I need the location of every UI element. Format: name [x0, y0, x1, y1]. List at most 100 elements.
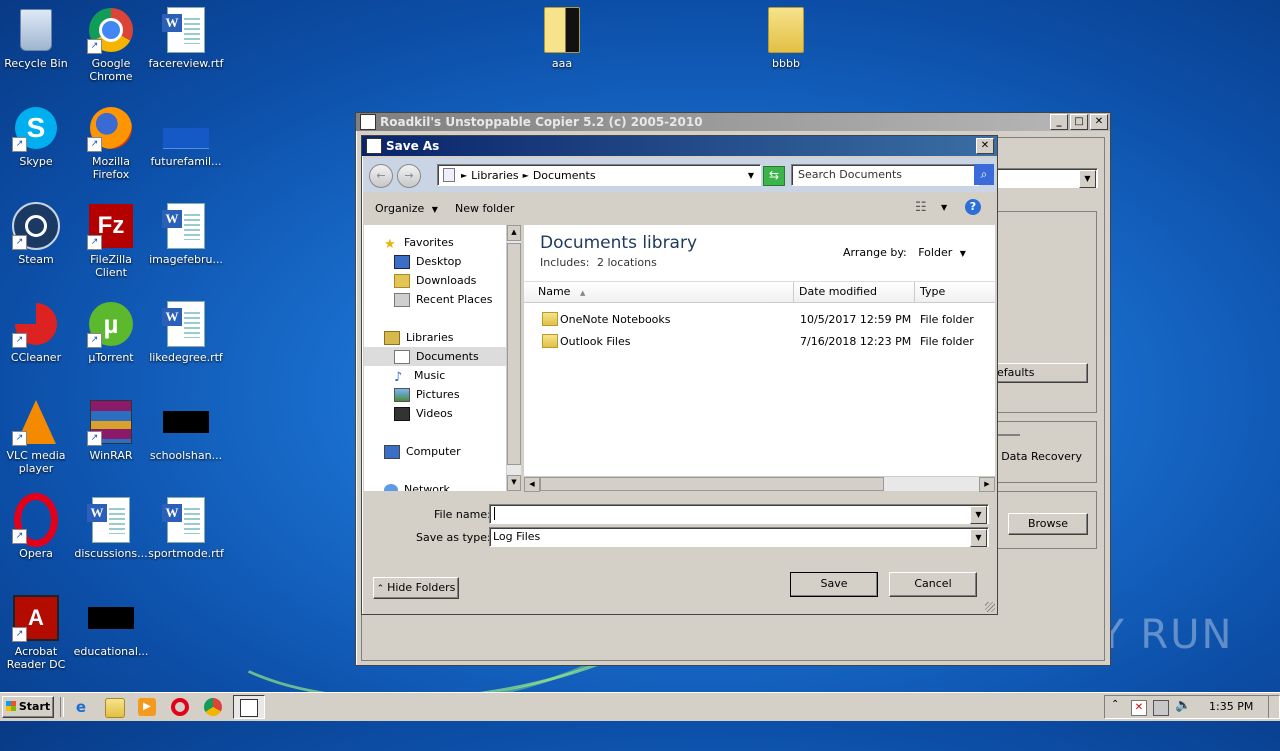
column-header-type[interactable]: Type	[920, 285, 945, 298]
nav-network[interactable]: Network	[364, 480, 450, 491]
copier-slider-track[interactable]	[998, 434, 1020, 436]
save-type-select[interactable]: Log Files ▼	[489, 527, 989, 547]
desktop-icon-utorrent[interactable]: µ ↗ µTorrent	[73, 300, 149, 364]
breadcrumb-documents[interactable]: Documents	[533, 169, 596, 182]
start-button[interactable]: Start	[2, 696, 54, 718]
nav-music[interactable]: ♪ Music	[364, 366, 445, 385]
navigation-pane[interactable]: ★ Favorites Desktop Downloads Recent Plac…	[364, 225, 506, 491]
column-divider[interactable]	[793, 282, 794, 302]
column-header-date[interactable]: Date modified	[799, 285, 877, 298]
desktop-icon-discussions[interactable]: W discussions...	[73, 496, 149, 560]
network-tray-icon[interactable]	[1153, 700, 1169, 716]
desktop-icon-recycle-bin[interactable]: Recycle Bin	[0, 6, 74, 70]
content-pane[interactable]: Documents library Includes: 2 locations …	[524, 225, 995, 492]
file-name-dropdown-icon[interactable]: ▼	[970, 506, 987, 524]
desktop-icon-acrobat[interactable]: A ↗ Acrobat Reader DC	[0, 594, 74, 671]
desktop-icon-filezilla[interactable]: Fz ↗ FileZilla Client	[73, 202, 149, 279]
save-as-titlebar[interactable]: Save As ✕	[362, 136, 997, 156]
column-header-name[interactable]: Name ▲	[538, 285, 585, 298]
desktop-icon-chrome[interactable]: ↗ Google Chrome	[73, 6, 149, 83]
nav-desktop[interactable]: Desktop	[364, 252, 461, 271]
desktop-icon-ccleaner[interactable]: ↗ CCleaner	[0, 300, 74, 364]
save-type-dropdown-icon[interactable]: ▼	[970, 529, 987, 547]
close-button[interactable]: ✕	[1090, 114, 1108, 130]
address-dropdown-icon[interactable]: ▼	[748, 171, 754, 180]
nav-downloads[interactable]: Downloads	[364, 271, 476, 290]
chrome-taskbar-icon[interactable]	[204, 698, 222, 716]
desktop-icon-likedegree[interactable]: W likedegree.rtf	[148, 300, 224, 364]
scroll-thumb[interactable]	[507, 243, 521, 465]
hide-folders-button[interactable]: ⌃ Hide Folders	[373, 577, 459, 599]
desktop-icon-bbbb[interactable]: bbbb	[748, 6, 824, 70]
action-center-icon[interactable]: ✕	[1131, 700, 1147, 716]
file-row[interactable]: Outlook Files 7/16/2018 12:23 PM File fo…	[524, 330, 995, 352]
nav-computer[interactable]: Computer	[364, 442, 461, 461]
desktop-icon-educational[interactable]: educational...	[73, 594, 149, 658]
clock[interactable]: 1:35 PM	[1209, 700, 1253, 713]
scroll-down-arrow[interactable]: ▼	[507, 475, 521, 491]
maximize-button[interactable]: □	[1070, 114, 1088, 130]
desktop-icon-facereview[interactable]: W facereview.rtf	[148, 6, 224, 70]
desktop-icon-skype[interactable]: S ↗ Skype	[0, 104, 74, 168]
cancel-button[interactable]: Cancel	[889, 572, 977, 597]
nav-libraries[interactable]: Libraries	[364, 328, 454, 347]
desktop-icon-futurefamil[interactable]: futurefamil...	[148, 104, 224, 168]
organize-menu[interactable]: Organize ▼	[375, 202, 438, 215]
minimize-button[interactable]: _	[1050, 114, 1068, 130]
forward-button[interactable]: →	[397, 164, 421, 188]
copier-taskbar-button[interactable]	[233, 695, 265, 719]
breadcrumb-libraries[interactable]: Libraries	[471, 169, 519, 182]
scroll-right-arrow[interactable]: ▶	[979, 477, 995, 492]
new-folder-button[interactable]: New folder	[455, 202, 514, 215]
desktop-icon-firefox[interactable]: ↗ Mozilla Firefox	[73, 104, 149, 181]
browse-button[interactable]: Browse	[1008, 513, 1088, 535]
scroll-thumb[interactable]	[540, 477, 884, 491]
desktop-icon-aaa[interactable]: aaa	[524, 6, 600, 70]
locations-link[interactable]: 2 locations	[597, 256, 657, 269]
search-icon[interactable]: ⌕	[974, 164, 994, 185]
ie-icon[interactable]: e	[72, 698, 90, 716]
scroll-up-arrow[interactable]: ▲	[507, 225, 521, 241]
resize-grip[interactable]	[985, 602, 995, 612]
column-divider[interactable]	[914, 282, 915, 302]
nav-recent-places[interactable]: Recent Places	[364, 290, 493, 309]
show-desktop-button[interactable]	[1268, 696, 1279, 718]
save-as-dialog[interactable]: Save As ✕ ← → ► Libraries ► Documents ▼ …	[361, 135, 998, 615]
breadcrumb-chevron-icon[interactable]: ►	[461, 171, 467, 180]
nav-scrollbar[interactable]: ▲ ▼	[506, 225, 521, 491]
back-button[interactable]: ←	[369, 164, 393, 188]
desktop-icon-opera[interactable]: ↗ Opera	[0, 493, 74, 560]
breadcrumb-bar[interactable]: ► Libraries ► Documents ▼	[437, 164, 761, 186]
volume-icon[interactable]: 🔈	[1175, 698, 1191, 713]
refresh-button[interactable]: ⇆	[763, 166, 785, 186]
scroll-left-arrow[interactable]: ◀	[524, 477, 540, 492]
view-dropdown-icon[interactable]: ▼	[941, 203, 947, 212]
save-button[interactable]: Save	[790, 572, 878, 597]
desktop-icon-imagefebru[interactable]: W imagefebru...	[148, 202, 224, 266]
nav-favorites[interactable]: ★ Favorites	[364, 233, 454, 252]
nav-documents[interactable]: Documents	[364, 347, 506, 366]
desktop-icon-schoolshan[interactable]: schoolshan...	[148, 398, 224, 462]
desktop-icon-sportmode[interactable]: W sportmode.rtf	[148, 496, 224, 560]
view-options-icon[interactable]: ☷	[915, 200, 927, 215]
explorer-folder-icon[interactable]	[105, 698, 125, 718]
nav-pictures[interactable]: Pictures	[364, 385, 460, 404]
copier-combo[interactable]: ▼	[996, 168, 1098, 188]
media-player-icon[interactable]: ▶	[138, 698, 156, 716]
tray-expand-icon[interactable]: ⌃	[1111, 699, 1119, 710]
desktop-icon-winrar[interactable]: ↗ WinRAR	[73, 398, 149, 462]
desktop-icon-steam[interactable]: ↗ Steam	[0, 202, 74, 266]
help-icon[interactable]: ?	[965, 199, 981, 215]
defaults-button[interactable]: efaults	[996, 363, 1088, 383]
content-hscrollbar[interactable]: ◀ ▶	[524, 476, 995, 492]
search-input[interactable]: Search Documents	[791, 164, 979, 186]
arrange-by-dropdown[interactable]: Folder ▼	[918, 246, 966, 259]
opera-taskbar-icon[interactable]	[171, 698, 189, 716]
file-row[interactable]: OneNote Notebooks 10/5/2017 12:59 PM Fil…	[524, 308, 995, 330]
copier-titlebar[interactable]: Roadkil's Unstoppable Copier 5.2 (c) 200…	[356, 113, 1110, 131]
breadcrumb-chevron-icon[interactable]: ►	[523, 171, 529, 180]
dialog-close-button[interactable]: ✕	[976, 138, 994, 154]
nav-videos[interactable]: Videos	[364, 404, 453, 423]
file-name-input[interactable]: ▼	[489, 504, 989, 524]
desktop-icon-vlc[interactable]: ↗ VLC media player	[0, 398, 74, 475]
